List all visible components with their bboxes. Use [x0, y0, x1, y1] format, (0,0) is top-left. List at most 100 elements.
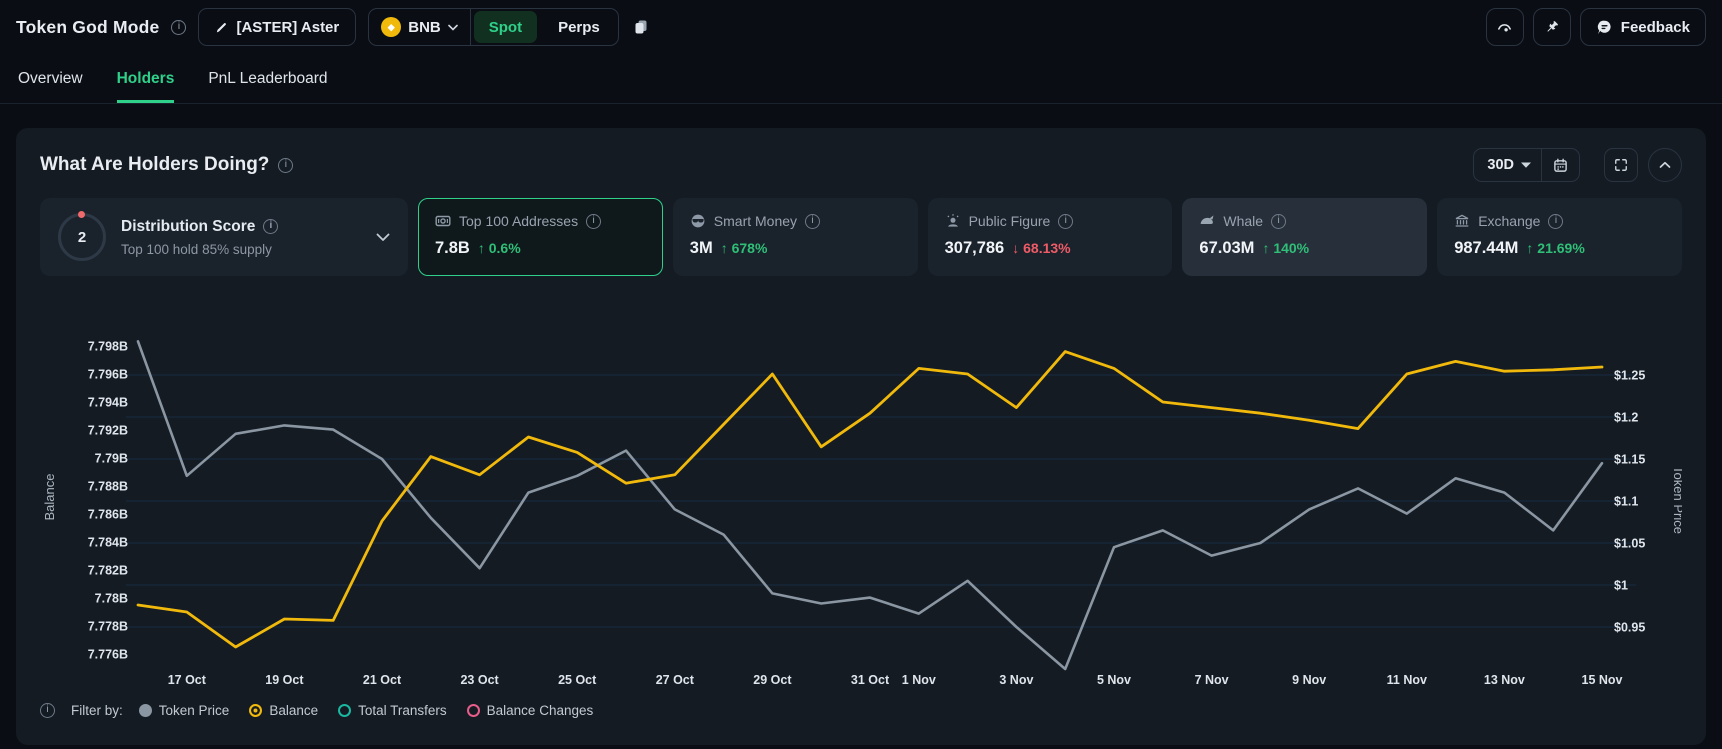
token-price-line[interactable]	[136, 340, 1604, 671]
x-axis-tick: 21 Oct	[363, 673, 402, 687]
x-axis-tick: 1 Nov	[902, 673, 936, 687]
pencil-icon	[215, 21, 228, 34]
chart-filter-row: i Filter by: Token Price Balance Total Tra…	[16, 699, 1706, 718]
x-axis-tick: 23 Oct	[460, 673, 499, 687]
tab-pnl-leaderboard[interactable]: PnL Leaderboard	[208, 54, 327, 103]
left-axis-tick: 7.788B	[88, 480, 128, 494]
legend-label: Token Price	[158, 703, 230, 718]
info-icon[interactable]: i	[171, 19, 187, 35]
perps-toggle[interactable]: Perps	[543, 11, 615, 43]
tab-overview[interactable]: Overview	[18, 54, 83, 103]
left-axis-tick: 7.794B	[88, 396, 128, 410]
distribution-score-card[interactable]: 2 Distribution Score i Top 100 hold 85% …	[40, 198, 408, 276]
stat-label: Exchange	[1478, 213, 1541, 229]
info-icon[interactable]: i	[1548, 213, 1564, 229]
divider	[469, 9, 471, 45]
stat-change: ↑ 21.69%	[1526, 240, 1585, 256]
stat-card-top-100-addresses[interactable]: Top 100 Addresses i 7.8B ↑ 0.6%	[418, 198, 663, 276]
distribution-score-value: 2	[77, 228, 87, 246]
stat-label: Smart Money	[713, 213, 798, 229]
x-axis-tick: 15 Nov	[1582, 673, 1623, 687]
copy-icon	[633, 19, 649, 35]
x-axis-tick: 3 Nov	[999, 673, 1033, 687]
filter-item-token-price[interactable]: Token Price	[138, 703, 230, 718]
stat-value: 987.44M	[1454, 239, 1519, 257]
left-axis-tick: 7.784B	[88, 536, 128, 550]
chain-select-button[interactable]: ◆ BNB	[369, 17, 470, 37]
chevron-up-icon	[1659, 161, 1671, 169]
stat-card-smart-money[interactable]: Smart Money i 3M ↑ 678%	[672, 198, 918, 276]
info-icon[interactable]: i	[805, 213, 821, 229]
info-icon[interactable]: i	[1271, 213, 1287, 229]
holders-panel: What Are Holders Doing? i 30D 2 Distribu…	[16, 128, 1706, 745]
left-axis-tick: 7.778B	[88, 620, 128, 634]
stat-value: 307,786	[944, 239, 1005, 257]
filter-item-balance[interactable]: Balance	[249, 703, 318, 718]
stat-label: Whale	[1223, 213, 1264, 229]
stat-card-whale[interactable]: Whale i 67.03M ↑ 140%	[1182, 198, 1428, 276]
filter-by-label: Filter by:	[71, 703, 123, 718]
left-axis-tick: 7.796B	[88, 368, 128, 382]
distribution-score-subtitle: Top 100 hold 85% supply	[121, 241, 272, 257]
tab-holders[interactable]: Holders	[117, 54, 175, 103]
distribution-score-gauge: 2	[58, 211, 106, 261]
eye-icon	[1496, 19, 1513, 36]
info-icon[interactable]: i	[263, 219, 279, 234]
calendar-button[interactable]	[1541, 149, 1579, 181]
info-icon[interactable]: i	[586, 213, 602, 229]
stat-cards-row: 2 Distribution Score i Top 100 hold 85% …	[16, 198, 1706, 276]
app-title: Token God Mode	[16, 16, 160, 37]
left-axis-tick: 7.786B	[88, 508, 128, 522]
stat-change: ↑ 678%	[720, 240, 768, 256]
page-tabs: Overview Holders PnL Leaderboard	[0, 54, 1722, 104]
right-axis-tick: $1.25	[1614, 369, 1645, 383]
holders-chart[interactable]: 7.798B 7.796B 7.794B 7.792B 7.79B 7.788B 7.786…	[16, 292, 1706, 699]
copy-icon-button[interactable]	[631, 17, 651, 37]
pin-button[interactable]	[1532, 8, 1571, 46]
chevron-down-icon	[1521, 162, 1531, 168]
x-axis-tick: 27 Oct	[656, 673, 695, 687]
legend-label: Balance	[269, 703, 319, 718]
stat-change: ↑ 140%	[1262, 240, 1310, 256]
fullscreen-button[interactable]	[1604, 148, 1638, 182]
spot-toggle[interactable]: Spot	[473, 11, 538, 43]
left-axis-tick: 7.776B	[88, 648, 128, 662]
x-axis-tick: 25 Oct	[558, 673, 597, 687]
range-dropdown[interactable]: 30D	[1474, 149, 1541, 181]
stat-label: Top 100 Addresses	[459, 213, 579, 229]
left-axis-tick: 7.782B	[88, 564, 128, 578]
bnb-coin-icon: ◆	[381, 17, 402, 37]
chevron-down-icon[interactable]	[376, 233, 390, 242]
smart-money-icon	[690, 213, 706, 229]
filter-item-total-transfers[interactable]: Total Transfers	[338, 703, 447, 718]
x-axis-tick: 5 Nov	[1097, 673, 1131, 687]
watch-button[interactable]	[1485, 8, 1524, 46]
stat-card-public-figure[interactable]: Public Figure i 307,786 ↓ 68.13%	[927, 198, 1173, 276]
panel-title: What Are Holders Doing?	[40, 154, 270, 175]
stat-card-exchange[interactable]: Exchange i 987.44M ↑ 21.69%	[1437, 198, 1682, 276]
collapse-button[interactable]	[1648, 148, 1682, 182]
info-icon[interactable]: i	[1058, 213, 1074, 229]
legend-label: Balance Changes	[486, 703, 594, 718]
balance-line[interactable]	[136, 350, 1604, 649]
chain-label: BNB	[408, 18, 441, 36]
whale-icon	[1199, 213, 1215, 229]
right-axis-tick: $1.05	[1614, 537, 1645, 551]
filter-item-balance-changes[interactable]: Balance Changes	[466, 703, 594, 718]
x-axis-tick: 31 Oct	[851, 673, 890, 687]
stat-change: ↑ 0.6%	[477, 240, 521, 256]
market-controls: ◆ BNB Spot Perps	[368, 8, 619, 46]
right-axis-tick: $1.1	[1614, 495, 1638, 509]
info-icon[interactable]: i	[40, 703, 55, 718]
stat-change: ↓ 68.13%	[1012, 240, 1071, 256]
banknote-icon	[435, 213, 451, 229]
info-icon[interactable]: i	[278, 157, 294, 173]
left-axis-tick: 7.798B	[88, 340, 128, 354]
token-select-button[interactable]: [ASTER] Aster	[198, 8, 357, 46]
panel-header: What Are Holders Doing? i 30D	[16, 148, 1706, 182]
right-axis-tick: $1.15	[1614, 453, 1645, 467]
stat-value: 7.8B	[435, 239, 470, 257]
x-axis-tick: 19 Oct	[265, 673, 304, 687]
calendar-icon	[1553, 158, 1568, 173]
feedback-button[interactable]: Feedback	[1579, 8, 1706, 46]
